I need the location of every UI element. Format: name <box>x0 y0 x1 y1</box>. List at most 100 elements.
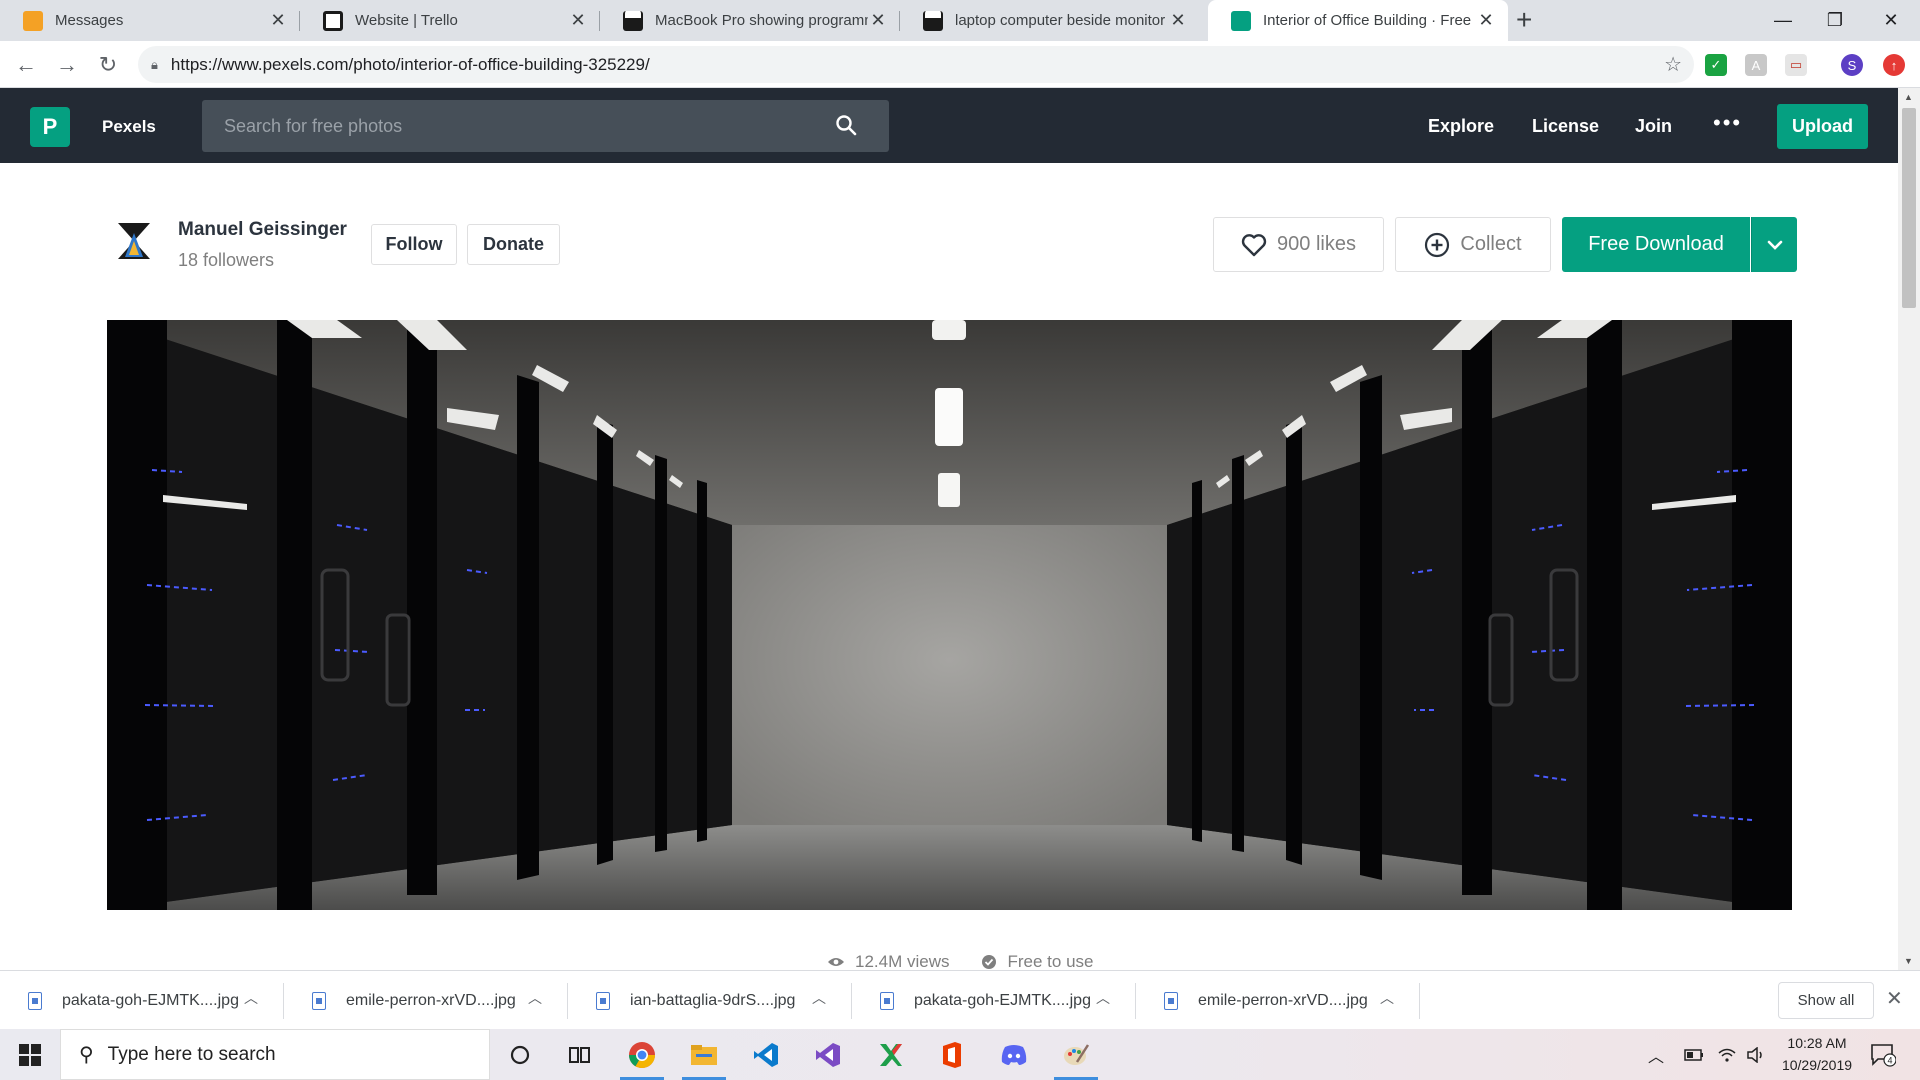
download-filename: emile-perron-xrVD....jpg <box>346 991 516 1009</box>
check-circle-icon <box>982 955 997 969</box>
start-button[interactable] <box>0 1029 60 1080</box>
windows-taskbar: ⚲ Type here to search ︿ 10:28 AM 10/29/2… <box>0 1029 1920 1080</box>
volume-icon[interactable] <box>1746 1029 1766 1080</box>
discord-icon[interactable] <box>984 1029 1044 1080</box>
browser-tab[interactable]: Website | Trello ✕ <box>300 0 600 41</box>
task-view-icon[interactable] <box>550 1029 610 1080</box>
search-input[interactable] <box>222 114 802 138</box>
checkmark-extension-icon[interactable]: ✓ <box>1705 54 1727 76</box>
url-text: https://www.pexels.com/photo/interior-of… <box>170 54 650 74</box>
address-bar[interactable]: 🔒︎ https://www.pexels.com/photo/interior… <box>138 46 1694 83</box>
show-hidden-icons[interactable]: ︿ <box>1648 1029 1664 1080</box>
scrollbar-thumb[interactable] <box>1902 108 1916 308</box>
server-room-photo <box>107 320 1792 910</box>
office-icon[interactable] <box>922 1029 982 1080</box>
add-circle-icon <box>1425 232 1450 257</box>
nav-join[interactable]: Join <box>1635 116 1672 137</box>
collect-label: Collect <box>1460 233 1522 255</box>
image-file-icon <box>28 991 42 1010</box>
heart-icon <box>1241 233 1267 256</box>
collect-button[interactable]: Collect <box>1395 217 1551 272</box>
page-scrollbar[interactable]: ▲ ▼ <box>1898 88 1920 970</box>
license-note[interactable]: Free to use <box>1007 952 1093 972</box>
scroll-down-icon[interactable]: ▼ <box>1904 956 1913 966</box>
show-all-downloads-button[interactable]: Show all <box>1778 982 1874 1019</box>
paint-app-icon[interactable] <box>1046 1029 1106 1080</box>
tab-title: laptop computer beside monitor <box>955 12 1166 29</box>
download-item[interactable]: pakata-goh-EJMTK....jpg ︿ <box>852 971 1136 1030</box>
forward-icon[interactable]: → <box>51 49 83 81</box>
profile-avatar[interactable]: S <box>1841 54 1863 76</box>
taskbar-search-box[interactable]: ⚲ Type here to search <box>60 1029 490 1080</box>
extension-icon[interactable]: A <box>1745 54 1767 76</box>
chrome-taskbar-icon[interactable] <box>612 1029 672 1080</box>
follow-button[interactable]: Follow <box>371 224 457 265</box>
cast-extension-icon[interactable]: ▭ <box>1785 54 1807 76</box>
close-tab-icon[interactable]: ✕ <box>268 10 288 31</box>
chevron-up-icon[interactable]: ︿ <box>812 988 826 1008</box>
eye-icon <box>828 958 844 966</box>
close-downloads-icon[interactable]: ✕ <box>1886 986 1903 1011</box>
unsplash-favicon-icon <box>923 10 943 31</box>
reload-icon[interactable]: ↻ <box>92 49 124 81</box>
tab-title: MacBook Pro showing programm <box>655 12 868 29</box>
file-explorer-icon[interactable] <box>674 1029 734 1080</box>
pexels-logo[interactable]: P <box>30 107 70 147</box>
scroll-up-icon[interactable]: ▲ <box>1904 92 1913 102</box>
download-item[interactable]: pakata-goh-EJMTK....jpg ︿ <box>0 971 284 1030</box>
downloads-bar: pakata-goh-EJMTK....jpg ︿ emile-perron-x… <box>0 970 1920 1029</box>
close-tab-icon[interactable]: ✕ <box>1168 10 1188 31</box>
browser-tab[interactable]: Messages ✕ <box>0 0 300 41</box>
like-button[interactable]: 900 likes <box>1213 217 1384 272</box>
browser-tab-active[interactable]: Interior of Office Building · Free S ✕ <box>1208 0 1508 41</box>
notification-center-icon[interactable]: 4 <box>1870 1029 1896 1080</box>
photographer-name[interactable]: Manuel Geissinger <box>178 219 347 241</box>
update-icon[interactable]: ↑ <box>1883 54 1905 76</box>
nav-license[interactable]: License <box>1532 116 1599 137</box>
download-item[interactable]: emile-perron-xrVD....jpg ︿ <box>284 971 568 1030</box>
free-download-button[interactable]: Free Download <box>1562 217 1750 272</box>
chevron-up-icon[interactable]: ︿ <box>528 988 542 1008</box>
minimize-icon[interactable]: — <box>1754 0 1812 41</box>
download-item[interactable]: ian-battaglia-9drS....jpg ︿ <box>568 971 852 1030</box>
download-options-button[interactable] <box>1751 217 1797 272</box>
bookmark-star-icon[interactable]: ☆ <box>1664 52 1682 77</box>
battery-icon[interactable] <box>1684 1029 1704 1080</box>
close-window-icon[interactable]: ✕ <box>1862 0 1920 41</box>
site-header: P Pexels Explore License Join ••• Upload <box>0 88 1898 163</box>
back-icon[interactable]: ← <box>10 49 42 81</box>
image-file-icon <box>880 991 894 1010</box>
nav-explore[interactable]: Explore <box>1428 116 1494 137</box>
download-item[interactable]: emile-perron-xrVD....jpg ︿ <box>1136 971 1420 1030</box>
excel-like-app-icon[interactable] <box>860 1029 920 1080</box>
close-tab-icon[interactable]: ✕ <box>568 10 588 31</box>
chevron-up-icon[interactable]: ︿ <box>1096 988 1110 1008</box>
close-tab-icon[interactable]: ✕ <box>868 10 888 31</box>
browser-tab[interactable]: MacBook Pro showing programm ✕ <box>600 0 900 41</box>
restore-icon[interactable]: ❐ <box>1806 0 1864 41</box>
upload-button[interactable]: Upload <box>1777 104 1868 149</box>
main-photo[interactable] <box>107 320 1792 910</box>
likes-count: 900 likes <box>1277 233 1356 255</box>
clock-date: 10/29/2019 <box>1781 1057 1853 1073</box>
close-tab-icon[interactable]: ✕ <box>1476 10 1496 31</box>
profile-initial: S <box>1847 57 1857 73</box>
chevron-up-icon[interactable]: ︿ <box>244 988 258 1008</box>
photographer-avatar[interactable] <box>112 219 156 263</box>
more-menu-icon[interactable]: ••• <box>1713 110 1742 136</box>
chevron-up-icon[interactable]: ︿ <box>1380 988 1394 1008</box>
visual-studio-icon[interactable] <box>798 1029 858 1080</box>
image-file-icon <box>312 991 326 1010</box>
cortana-icon[interactable] <box>490 1029 550 1080</box>
system-clock[interactable]: 10:28 AM 10/29/2019 <box>1772 1032 1862 1076</box>
wifi-icon[interactable] <box>1717 1029 1737 1080</box>
windows-logo-icon <box>19 1043 41 1066</box>
new-tab-icon[interactable]: + <box>1516 4 1532 36</box>
image-file-icon <box>596 991 610 1010</box>
search-icon[interactable] <box>835 114 857 136</box>
vscode-icon[interactable] <box>736 1029 796 1080</box>
browser-tab[interactable]: laptop computer beside monitor ✕ <box>900 0 1200 41</box>
tab-title: Website | Trello <box>355 12 458 29</box>
brand-name[interactable]: Pexels <box>102 117 156 137</box>
donate-button[interactable]: Donate <box>467 224 560 265</box>
